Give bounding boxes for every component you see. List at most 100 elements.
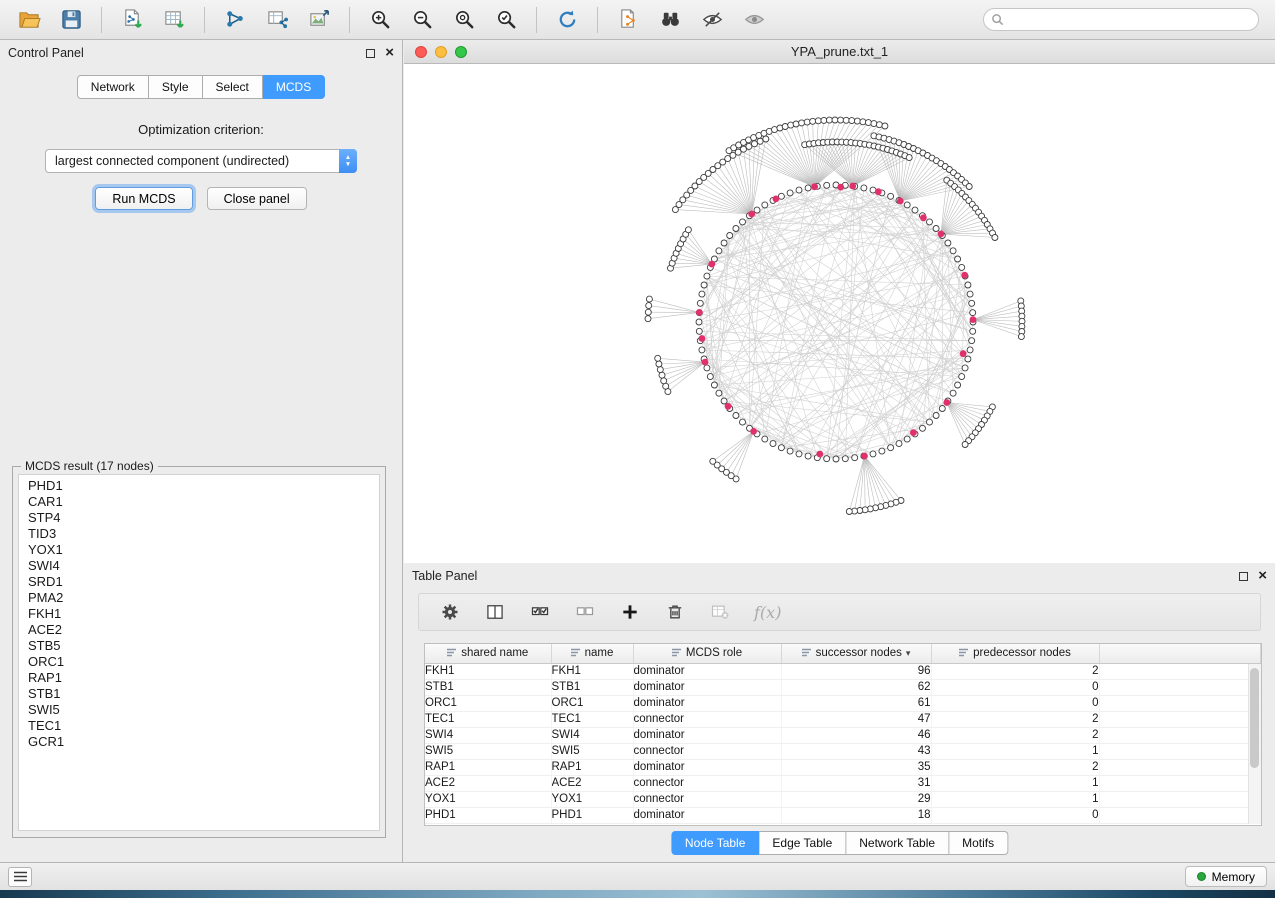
- mcds-result-item[interactable]: PMA2: [28, 590, 379, 606]
- save-session-button[interactable]: [53, 4, 89, 36]
- table-scrollbar[interactable]: [1248, 664, 1260, 824]
- close-panel-icon[interactable]: ×: [385, 48, 394, 58]
- select-all-rows-button[interactable]: [529, 601, 551, 623]
- zoom-fit-button[interactable]: [446, 4, 482, 36]
- network-window-title: YPA_prune.txt_1: [404, 40, 1275, 63]
- show-details-button[interactable]: [736, 4, 772, 36]
- table-cell: 47: [781, 711, 931, 727]
- table-row[interactable]: SWI5SWI5connector431: [425, 743, 1261, 759]
- table-row[interactable]: FKH1FKH1dominator962: [425, 663, 1261, 679]
- table-cell: dominator: [633, 759, 781, 775]
- mcds-result-item[interactable]: STB5: [28, 638, 379, 654]
- table-cell: TEC1: [551, 711, 633, 727]
- table-row[interactable]: TEC1TEC1connector472: [425, 711, 1261, 727]
- tab-motifs[interactable]: Motifs: [949, 831, 1008, 855]
- network-canvas[interactable]: [404, 64, 1275, 563]
- minimize-window-button[interactable]: [435, 46, 447, 58]
- close-window-button[interactable]: [415, 46, 427, 58]
- float-panel-icon[interactable]: [1239, 572, 1248, 581]
- search-input[interactable]: [1008, 13, 1258, 27]
- table-cell: STB1: [425, 679, 551, 695]
- tab-network-table[interactable]: Network Table: [846, 831, 949, 855]
- mcds-result-item[interactable]: YOX1: [28, 542, 379, 558]
- float-panel-icon[interactable]: [366, 49, 375, 58]
- import-network-icon: [121, 8, 144, 31]
- show-columns-button[interactable]: [484, 601, 506, 623]
- mcds-result-item[interactable]: STB1: [28, 686, 379, 702]
- close-panel-icon[interactable]: ×: [1258, 571, 1267, 581]
- column-icon: [571, 648, 580, 660]
- search-box[interactable]: [983, 8, 1259, 31]
- network-graph[interactable]: [404, 64, 1275, 563]
- table-cell-filler: [1099, 727, 1261, 743]
- column-header-mcds-role[interactable]: MCDS role: [633, 644, 781, 663]
- column-header-predecessor-nodes[interactable]: predecessor nodes: [931, 644, 1099, 663]
- search-network-button[interactable]: [652, 4, 688, 36]
- zoom-in-button[interactable]: [362, 4, 398, 36]
- memory-label: Memory: [1212, 870, 1255, 884]
- mcds-result-item[interactable]: TID3: [28, 526, 379, 542]
- column-header-name[interactable]: name: [551, 644, 633, 663]
- mcds-result-item[interactable]: SWI4: [28, 558, 379, 574]
- close-panel-button[interactable]: Close panel: [207, 187, 307, 210]
- mcds-result-item[interactable]: TEC1: [28, 718, 379, 734]
- table-scrollbar-thumb[interactable]: [1250, 668, 1259, 768]
- mcds-result-item[interactable]: SWI5: [28, 702, 379, 718]
- table-delete-icon: [710, 602, 730, 622]
- deselect-all-rows-button[interactable]: [574, 601, 596, 623]
- table-cell: 2: [931, 759, 1099, 775]
- mcds-result-item[interactable]: RAP1: [28, 670, 379, 686]
- table-row[interactable]: YOX1YOX1connector291: [425, 791, 1261, 807]
- memory-button[interactable]: Memory: [1185, 866, 1267, 887]
- table-cell: 29: [781, 791, 931, 807]
- show-panels-button[interactable]: [8, 867, 32, 887]
- copy-network-button[interactable]: [610, 4, 646, 36]
- tab-select[interactable]: Select: [203, 75, 263, 99]
- mcds-result-item[interactable]: GCR1: [28, 734, 379, 750]
- gear-icon: [440, 602, 460, 622]
- table-row[interactable]: SWI4SWI4dominator462: [425, 727, 1261, 743]
- zoom-out-button[interactable]: [404, 4, 440, 36]
- table-cell: 1: [931, 791, 1099, 807]
- mcds-result-item[interactable]: CAR1: [28, 494, 379, 510]
- tab-node-table[interactable]: Node Table: [671, 831, 760, 855]
- table-row[interactable]: ORC1ORC1dominator610: [425, 695, 1261, 711]
- table-row[interactable]: STB1STB1dominator620: [425, 679, 1261, 695]
- column-header-filler: [1099, 644, 1261, 663]
- zoom-selected-button[interactable]: [488, 4, 524, 36]
- tab-style[interactable]: Style: [149, 75, 203, 99]
- export-image-button[interactable]: [301, 4, 337, 36]
- table-cell-filler: [1099, 759, 1261, 775]
- hide-details-button[interactable]: [694, 4, 730, 36]
- table-cell-filler: [1099, 663, 1261, 679]
- run-mcds-button[interactable]: Run MCDS: [95, 187, 192, 210]
- tab-edge-table[interactable]: Edge Table: [759, 831, 846, 855]
- network-from-table-button[interactable]: [259, 4, 295, 36]
- new-network-button[interactable]: [217, 4, 253, 36]
- add-column-button[interactable]: [619, 601, 641, 623]
- delete-column-button[interactable]: [664, 601, 686, 623]
- mcds-result-item[interactable]: ORC1: [28, 654, 379, 670]
- apply-layout-button[interactable]: [549, 4, 585, 36]
- mcds-result-item[interactable]: STP4: [28, 510, 379, 526]
- column-header-successor-nodes[interactable]: successor nodes▾: [781, 644, 931, 663]
- table-row[interactable]: RAP1RAP1dominator352: [425, 759, 1261, 775]
- table-row[interactable]: PHD1PHD1dominator180: [425, 807, 1261, 823]
- clear-table-button-disabled: [709, 601, 731, 623]
- criterion-select[interactable]: largest connected component (undirected)…: [45, 149, 357, 173]
- maximize-window-button[interactable]: [455, 46, 467, 58]
- import-table-button[interactable]: [156, 4, 192, 36]
- tab-mcds[interactable]: MCDS: [263, 75, 325, 99]
- mcds-result-item[interactable]: ACE2: [28, 622, 379, 638]
- column-header-shared-name[interactable]: shared name: [425, 644, 551, 663]
- mcds-result-item[interactable]: FKH1: [28, 606, 379, 622]
- table-settings-button[interactable]: [439, 601, 461, 623]
- mcds-result-item[interactable]: PHD1: [28, 478, 379, 494]
- open-session-button[interactable]: [11, 4, 47, 36]
- import-network-button[interactable]: [114, 4, 150, 36]
- zoom-out-icon: [411, 8, 434, 31]
- tab-network[interactable]: Network: [77, 75, 149, 99]
- mcds-result-item[interactable]: SRD1: [28, 574, 379, 590]
- table-row[interactable]: ACE2ACE2connector311: [425, 775, 1261, 791]
- table-cell: PHD1: [551, 807, 633, 823]
